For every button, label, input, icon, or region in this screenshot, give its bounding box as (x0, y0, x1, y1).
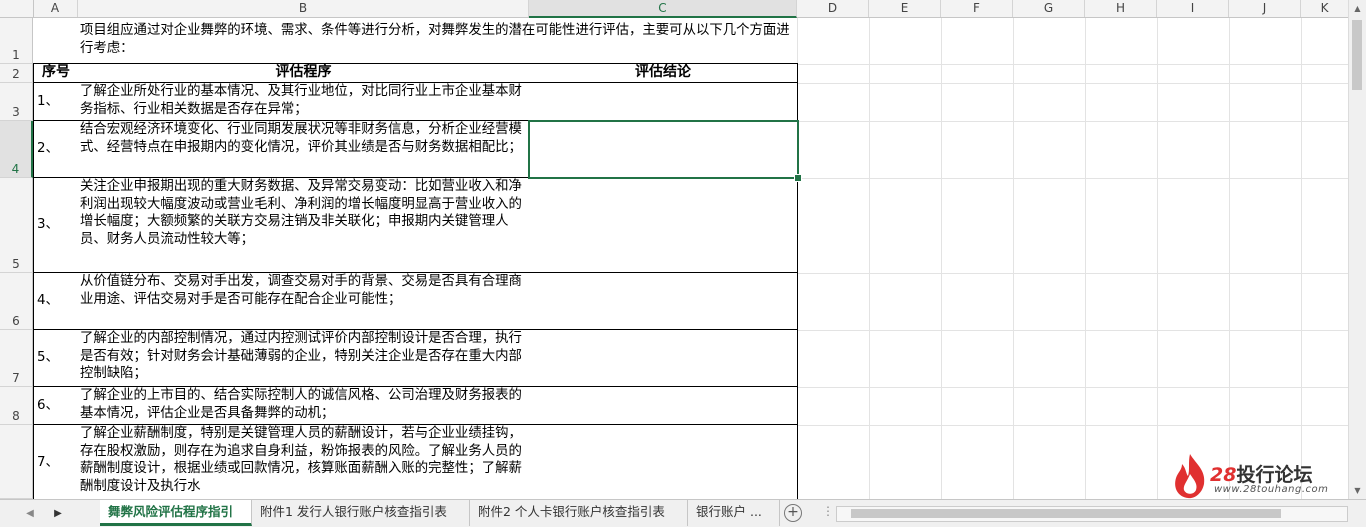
tab-sheet-1[interactable]: 舞弊风险评估程序指引 (100, 500, 252, 526)
row-index[interactable]: 5、 (33, 330, 79, 387)
row-header-5[interactable]: 5 (0, 178, 33, 273)
intro-text[interactable]: 项目组应通过对企业舞弊的环境、需求、条件等进行分析，对舞弊发生的潜在可能性进行评… (78, 18, 797, 64)
row-index[interactable]: 3、 (33, 178, 79, 273)
row-header-2[interactable]: 2 (0, 64, 33, 83)
procedure-cell[interactable]: 了解企业所处行业的基本情况、及其行业地位，对比同行业上市企业基本财务指标、行业相… (78, 83, 530, 121)
col-header-k[interactable]: K (1301, 0, 1349, 17)
row-header-7[interactable]: 7 (0, 330, 33, 387)
row-index[interactable]: 2、 (33, 121, 79, 178)
tab-split-handle-icon[interactable]: ⋮ (822, 504, 834, 518)
watermark-url: www.28touhang.com (1214, 484, 1329, 495)
prev-sheet-icon[interactable]: ◀ (22, 500, 38, 527)
header-conclusion[interactable]: 评估结论 (529, 63, 798, 83)
conclusion-cell[interactable] (529, 330, 798, 387)
gridline (1013, 18, 1014, 499)
tab-sheet-3[interactable]: 附件2 个人卡银行账户核查指引表 (470, 500, 688, 526)
tab-sheet-2[interactable]: 附件1 发行人银行账户核查指引表 (252, 500, 470, 526)
scroll-up-arrow-icon[interactable]: ▲ (1349, 0, 1366, 17)
gridline (941, 18, 942, 499)
col-header-b[interactable]: B (78, 0, 529, 17)
gridline (1085, 18, 1086, 499)
col-header-i[interactable]: I (1157, 0, 1229, 17)
header-index[interactable]: 序号 (33, 63, 79, 83)
column-header-bar: A B C D E F G H I J K (0, 0, 1349, 18)
col-header-c[interactable]: C (529, 0, 797, 18)
add-sheet-icon[interactable]: + (784, 504, 802, 522)
fill-handle[interactable] (794, 174, 802, 182)
watermark-logo: 28投行论坛 www.28touhang.com (1170, 452, 1340, 500)
row-index[interactable]: 1、 (33, 83, 79, 121)
procedure-cell[interactable]: 从价值链分布、交易对手出发，调查交易对手的背景、交易是否具有合理商业用途、评估交… (78, 273, 530, 330)
procedure-cell[interactable]: 了解企业的内部控制情况，通过内控测试评价内部控制设计是否合理，执行是否有效；针对… (78, 330, 530, 387)
conclusion-cell[interactable] (529, 83, 798, 121)
row-header-9[interactable] (0, 425, 33, 499)
row-header-8[interactable]: 8 (0, 387, 33, 425)
row-index[interactable]: 6、 (33, 387, 79, 425)
row-header-3[interactable]: 3 (0, 83, 33, 121)
col-header-h[interactable]: H (1085, 0, 1157, 17)
col-header-g[interactable]: G (1013, 0, 1085, 17)
conclusion-cell[interactable] (529, 425, 798, 501)
gridline (869, 18, 870, 499)
horizontal-scroll-thumb[interactable] (851, 509, 1281, 518)
horizontal-scrollbar[interactable] (836, 506, 1348, 522)
procedure-cell[interactable]: 了解企业薪酬制度，特别是关键管理人员的薪酬设计，若与企业业绩挂钩，存在股权激励，… (78, 425, 530, 501)
row-header-1[interactable]: 1 (0, 18, 33, 64)
row-index[interactable]: 7、 (33, 425, 79, 501)
row-index[interactable]: 4、 (33, 273, 79, 330)
vertical-scroll-thumb[interactable] (1352, 20, 1362, 90)
header-procedure[interactable]: 评估程序 (78, 63, 530, 83)
col-header-j[interactable]: J (1229, 0, 1301, 17)
active-cell-selection[interactable] (528, 120, 799, 179)
next-sheet-icon[interactable]: ▶ (50, 500, 66, 527)
conclusion-cell[interactable] (529, 178, 798, 273)
col-header-f[interactable]: F (941, 0, 1013, 17)
vertical-scrollbar[interactable]: ▲ ▼ (1348, 0, 1366, 499)
procedure-cell[interactable]: 结合宏观经济环境变化、行业同期发展状况等非财务信息，分析企业经营模式、经营特点在… (78, 121, 530, 178)
watermark-title: 28投行论坛 (1210, 464, 1313, 486)
procedure-cell[interactable]: 关注企业申报期出现的重大财务数据、及异常交易变动：比如营业收入和净利润出现较大幅… (78, 178, 530, 273)
row-header-4[interactable]: 4 (0, 121, 33, 178)
procedure-cell[interactable]: 了解企业的上市目的、结合实际控制人的诚信风格、公司治理及财务报表的基本情况，评估… (78, 387, 530, 425)
col-header-a[interactable]: A (33, 0, 78, 17)
gridline (1157, 18, 1158, 499)
gridline (1301, 18, 1302, 499)
col-header-d[interactable]: D (797, 0, 869, 17)
tab-sheet-4[interactable]: 银行账户 ... (688, 500, 780, 526)
select-all-corner[interactable] (0, 0, 34, 17)
row-header-6[interactable]: 6 (0, 273, 33, 330)
flame-logo-icon (1175, 454, 1205, 499)
col-header-e[interactable]: E (869, 0, 941, 17)
conclusion-cell[interactable] (529, 273, 798, 330)
scroll-down-arrow-icon[interactable]: ▼ (1349, 482, 1366, 499)
spreadsheet-grid[interactable]: 项目组应通过对企业舞弊的环境、需求、条件等进行分析，对舞弊发生的潜在可能性进行评… (33, 18, 1349, 501)
gridline (1229, 18, 1230, 499)
sheet-tab-bar: ◀ ▶ 舞弊风险评估程序指引 附件1 发行人银行账户核查指引表 附件2 个人卡银… (0, 499, 1366, 527)
conclusion-cell[interactable] (529, 387, 798, 425)
